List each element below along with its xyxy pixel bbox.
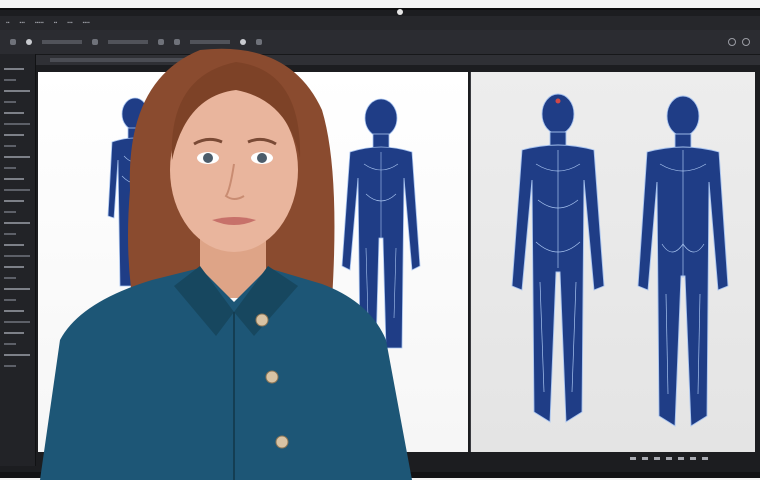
status-strip <box>400 452 760 464</box>
menu-item[interactable]: ▪▪▪▪▪ <box>35 20 44 26</box>
shirt <box>40 268 412 480</box>
menu-item[interactable]: ▪▪▪▪ <box>83 20 90 26</box>
camera-icon <box>397 9 403 15</box>
shirt-button-icon <box>275 435 289 449</box>
menu-item[interactable]: ▪▪ <box>54 20 58 26</box>
menu-bar: ▪▪ ▪▪▪ ▪▪▪▪▪ ▪▪ ▪▪▪ ▪▪▪▪ <box>0 16 760 30</box>
anatomy-figure-right-back <box>637 95 729 427</box>
close-icon[interactable] <box>742 38 750 46</box>
settings-icon[interactable] <box>728 38 736 46</box>
tool-icon[interactable] <box>10 39 16 45</box>
menu-item[interactable]: ▪▪ <box>6 20 10 26</box>
anatomy-figure-right-front <box>511 93 605 423</box>
shirt-button-icon <box>255 313 269 327</box>
presenter-person <box>40 48 412 480</box>
window-controls <box>728 38 760 46</box>
menu-item[interactable]: ▪▪▪ <box>67 20 72 26</box>
tool-icon[interactable] <box>26 39 32 45</box>
sidebar <box>0 54 36 466</box>
menu-item[interactable]: ▪▪▪ <box>20 20 25 26</box>
shirt-button-icon <box>265 370 279 384</box>
